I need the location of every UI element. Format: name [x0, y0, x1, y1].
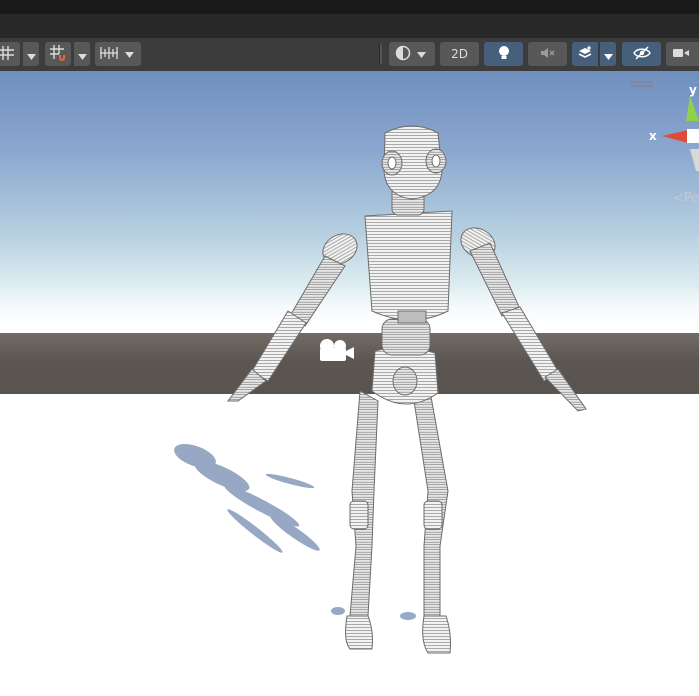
- grid-icon: [0, 45, 15, 64]
- camera-settings-button[interactable]: [666, 42, 699, 66]
- effects-toggle-button[interactable]: [572, 42, 598, 66]
- gizmo-x-label: x: [649, 129, 657, 143]
- perspective-icon: <: [672, 191, 684, 206]
- lightbulb-icon: [497, 45, 511, 64]
- orientation-gizmo[interactable]: x y: [640, 81, 699, 181]
- snap-toggle-button[interactable]: [45, 42, 71, 66]
- scene-visibility-button[interactable]: [622, 42, 661, 66]
- z-axis-cone: [690, 149, 699, 171]
- eye-slash-icon: [632, 45, 651, 63]
- effects-dropdown-button[interactable]: [600, 42, 616, 66]
- robot-model[interactable]: [0, 71, 699, 696]
- scene-camera-icon[interactable]: [316, 337, 356, 367]
- scene-toolbar: 2D: [0, 38, 699, 72]
- gizmo-center-cube: [687, 129, 699, 143]
- grid-dropdown-button[interactable]: [23, 42, 39, 66]
- layers-icon: [577, 45, 593, 64]
- projection-toggle[interactable]: <Pe: [673, 191, 699, 206]
- video-camera-icon: [672, 47, 690, 62]
- y-axis-cone: [686, 96, 699, 121]
- gizmo-y-label: y: [689, 83, 697, 97]
- chevron-down-icon: [603, 45, 613, 64]
- ruler-icon: [99, 45, 119, 64]
- projection-label: Pe: [683, 191, 699, 206]
- mode-2d-button[interactable]: 2D: [440, 42, 479, 66]
- grid-snap-icon: [49, 44, 67, 65]
- scene-viewport[interactable]: x y <Pe: [0, 71, 699, 696]
- chevron-down-icon: [125, 47, 134, 61]
- lighting-toggle-button[interactable]: [484, 42, 523, 66]
- editor-top-bar: [0, 0, 699, 14]
- chevron-down-icon: [417, 47, 426, 61]
- increment-snap-button[interactable]: [95, 42, 141, 66]
- speaker-muted-icon: [540, 46, 556, 63]
- audio-toggle-button[interactable]: [528, 42, 567, 66]
- snap-dropdown-button[interactable]: [74, 42, 90, 66]
- shading-mode-button[interactable]: [389, 42, 435, 66]
- chevron-down-icon: [77, 45, 87, 64]
- grid-toggle-button[interactable]: [0, 42, 20, 66]
- x-axis-cone: [662, 130, 688, 143]
- toolbar-separator: [379, 44, 382, 64]
- tab-strip: [0, 14, 699, 39]
- chevron-down-icon: [26, 45, 36, 64]
- shaded-sphere-icon: [395, 45, 411, 64]
